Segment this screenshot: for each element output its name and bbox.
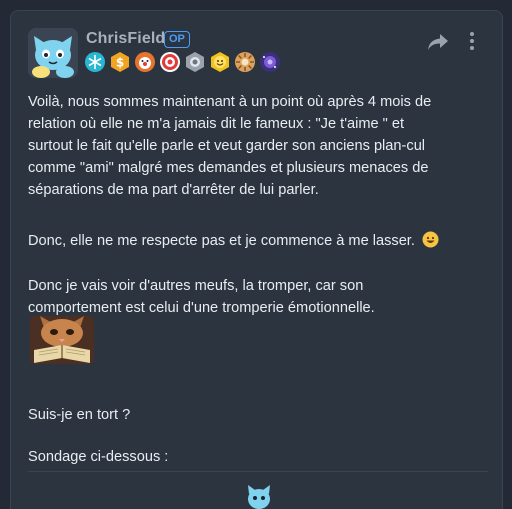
grinning-smiley-icon [422,231,439,248]
text-line: Sondage ci-dessous : [28,449,169,465]
text-line: Voilà, nous sommes maintenant à un point… [28,94,432,110]
dollar-coin-badge-icon[interactable]: $ [109,51,131,73]
snowflake-badge-icon[interactable] [84,51,106,73]
paragraph-5: Sondage ci-dessous : [28,446,168,468]
clown-badge-icon[interactable] [134,51,156,73]
user-avatar[interactable] [28,28,78,78]
text-line: séparations de ma part d'arrêter de lui … [28,182,319,198]
paragraph-3: Donc je vais voir d'autres meufs, la tro… [28,275,375,319]
paragraph-2: Donc, elle ne me respecte pas et je comm… [28,230,439,252]
sun-badge-icon[interactable] [234,51,256,73]
more-vertical-icon[interactable] [467,30,477,52]
author-username[interactable]: ChrisField [86,30,165,48]
paragraph-1: Voilà, nous sommes maintenant à un point… [28,91,431,201]
galaxy-badge-icon[interactable] [259,51,281,73]
share-arrow-icon[interactable] [427,32,449,52]
text-line: Suis-je en tort ? [28,407,131,423]
post-card: ChrisField OP $ Voilà, nous sommes maint… [10,10,503,509]
silver-medal-badge-icon[interactable] [184,51,206,73]
text-line: relation où elle ne m'a jamais dit le fa… [28,116,405,132]
cat-reading-book-sticker [30,316,94,364]
svg-text:$: $ [116,56,124,70]
bullseye-badge-icon[interactable] [159,51,181,73]
cartoon-cat-avatar-icon [28,28,78,78]
divider [28,471,488,472]
op-badge: OP [164,31,190,48]
text-line: surtout le fait qu'elle parle et veut ga… [28,138,426,154]
smiley-badge-icon[interactable] [209,51,231,73]
paragraph-4: Suis-je en tort ? [28,404,130,426]
text-line: Donc je vais voir d'autres meufs, la tro… [28,278,364,294]
text-line: Donc, elle ne me respecte pas et je comm… [28,233,415,249]
text-line: comme "ami" malgré mes demandes et plusi… [28,160,429,176]
blue-cat-icon [248,485,270,509]
